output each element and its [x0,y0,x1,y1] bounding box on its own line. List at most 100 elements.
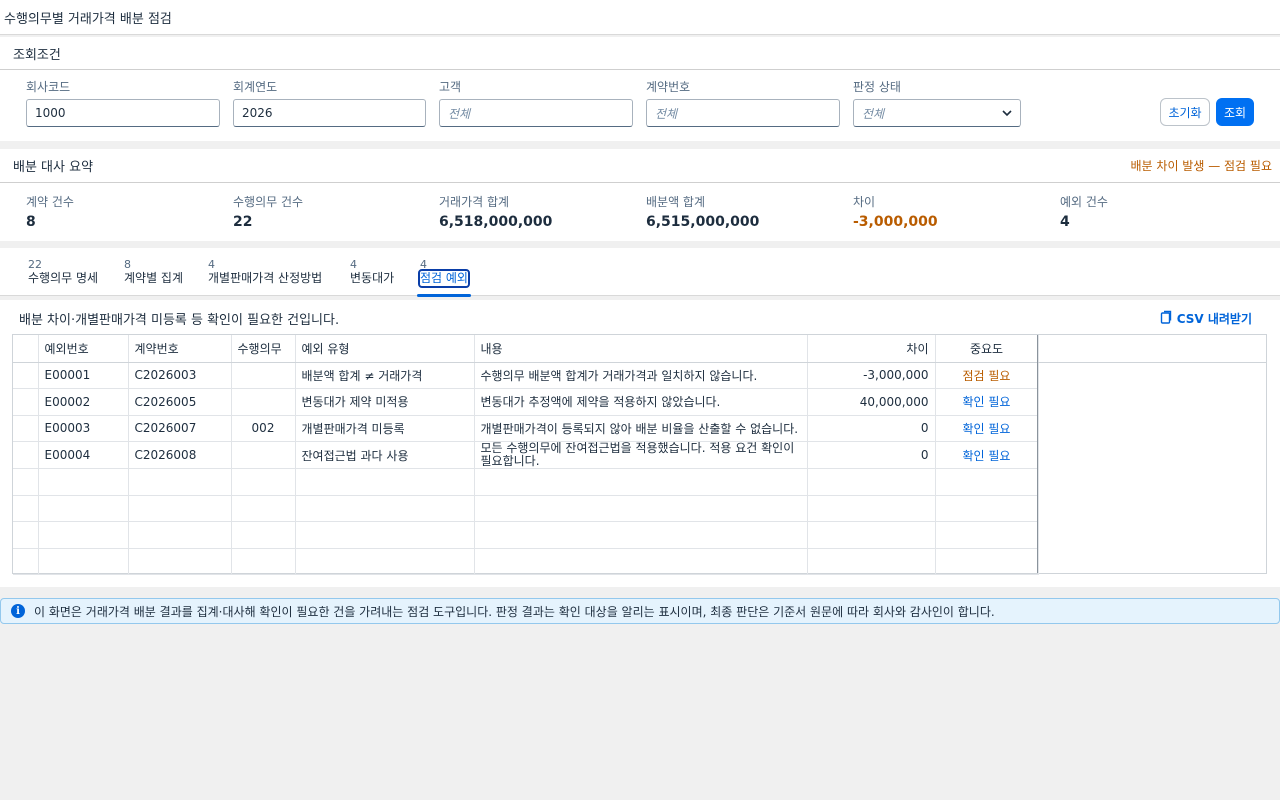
search-button[interactable]: 조회 [1216,98,1254,126]
tab-label: 계약별 집계 [124,271,184,285]
row-selector[interactable] [13,415,39,442]
status-select-value: 전체 [862,106,885,121]
tab-ssp-method[interactable]: 4 개별판매가격 산정방법 [208,258,322,286]
col-severity[interactable]: 중요도 [935,335,1039,363]
kpi-value: 8 [26,214,36,230]
table-row[interactable]: E00002 C2026005 변동대가 제약 미적용 변동대가 추정액에 제약… [13,388,1039,416]
kpi-transaction-total: 거래가격 합계 6,518,000,000 [439,193,552,230]
customer-field: 고객 전체 [439,78,633,127]
page-title: 수행의무별 거래가격 배분 점검 [0,0,1280,35]
tab-exceptions[interactable]: 4 점검 예외 [417,258,471,297]
cell-exception-type: 개별판매가격 미등록 [295,415,475,442]
empty-row [13,548,1039,575]
empty-row [13,495,1039,522]
info-icon: i [11,604,25,618]
cell-obligation [231,388,296,416]
export-icon [1159,310,1173,327]
tab-label: 개별판매가격 산정방법 [208,271,323,285]
tab-variable-consideration[interactable]: 4 변동대가 [350,258,394,286]
cell-difference: 0 [807,441,936,469]
customer-input[interactable]: 전체 [439,99,633,127]
cell-contract-number: C2026003 [128,362,232,389]
filter-panel: 조회조건 회사코드 1000 회계연도 2026 고객 전체 계약번호 전체 판… [0,37,1280,141]
tab-count: 4 [350,258,357,271]
exceptions-description: 배분 차이·개별판매가격 미등록 등 확인이 필요한 건입니다. [19,313,340,328]
status-select[interactable]: 전체 [853,99,1021,127]
grid-divider [1037,335,1038,573]
cell-contract-number: C2026005 [128,388,232,416]
info-message-text: 이 화면은 거래가격 배분 결과를 집계·대사해 확인이 필요한 건을 가려내는… [34,604,995,619]
company-code-field: 회사코드 1000 [26,78,220,127]
tab-obligation-details[interactable]: 22 수행의무 명세 [28,258,98,286]
table-row[interactable]: E00001 C2026003 배분액 합계 ≠ 거래가격 수행의무 배분액 합… [13,362,1039,389]
col-exception-id[interactable]: 예외번호 [38,335,129,363]
empty-row [13,521,1039,549]
summary-warning: 배분 차이 발생 — 점검 필요 [1130,159,1272,173]
cell-exception-id: E00002 [38,388,129,416]
cell-difference: 40,000,000 [807,388,936,416]
company-code-input[interactable]: 1000 [26,99,220,127]
cell-severity: 확인 필요 [935,441,1039,469]
row-selector-header[interactable] [13,335,39,363]
kpi-difference: 차이 -3,000,000 [853,193,938,230]
kpi-label: 거래가격 합계 [439,195,510,209]
cell-obligation: 002 [231,415,296,442]
fiscal-year-label: 회계연도 [233,80,278,94]
tab-label: 수행의무 명세 [28,271,99,285]
tab-count: 4 [208,258,215,271]
tab-count: 22 [28,258,42,271]
fiscal-year-input[interactable]: 2026 [233,99,426,127]
table-row[interactable]: E00004 C2026008 잔여접근법 과다 사용 모든 수행의무에 잔여접… [13,441,1039,469]
row-selector[interactable] [13,441,39,469]
cell-exception-type: 잔여접근법 과다 사용 [295,441,475,469]
grid-header-line [1038,362,1266,363]
row-selector[interactable] [13,362,39,389]
col-obligation[interactable]: 수행의무 [231,335,296,363]
contract-number-label: 계약번호 [646,80,691,94]
tab-label: 변동대가 [350,271,395,285]
company-code-label: 회사코드 [26,80,71,94]
summary-panel: 배분 대사 요약 배분 차이 발생 — 점검 필요 계약 건수 8 수행의무 건… [0,149,1280,241]
cell-contract-number: C2026007 [128,415,232,442]
col-exception-type[interactable]: 예외 유형 [295,335,475,363]
contract-number-input[interactable]: 전체 [646,99,840,127]
kpi-label: 계약 건수 [26,195,74,209]
row-selector[interactable] [13,388,39,416]
cell-contract-number: C2026008 [128,441,232,469]
reset-button[interactable]: 초기화 [1160,98,1210,126]
cell-difference: -3,000,000 [807,362,936,389]
col-difference[interactable]: 차이 [807,335,936,363]
contract-number-field: 계약번호 전체 [646,78,840,127]
tab-count: 8 [124,258,131,271]
cell-exception-id: E00001 [38,362,129,389]
kpi-obligation-count: 수행의무 건수 22 [233,193,303,230]
filter-title: 조회조건 [13,47,61,63]
cell-exception-type: 변동대가 제약 미적용 [295,388,475,416]
col-content[interactable]: 내용 [474,335,808,363]
table-row[interactable]: E00003 C2026007 002 개별판매가격 미등록 개별판매가격이 등… [13,415,1039,442]
summary-title: 배분 대사 요약 [13,160,94,175]
customer-label: 고객 [439,80,462,94]
tab-bar: 22 수행의무 명세 8 계약별 집계 4 개별판매가격 산정방법 4 변동대가… [0,248,1280,297]
filter-header: 조회조건 [0,37,1280,70]
info-message-strip: i 이 화면은 거래가격 배분 결과를 집계·대사해 확인이 필요한 건을 가려… [0,598,1280,624]
kpi-value: 6,518,000,000 [439,214,553,230]
col-contract-number[interactable]: 계약번호 [128,335,232,363]
exceptions-table: 예외번호 계약번호 수행의무 예외 유형 내용 차이 중요도 E00001 C2… [12,334,1267,575]
csv-download-button[interactable]: CSV 내려받기 [1159,310,1252,327]
cell-exception-id: E00004 [38,441,129,469]
kpi-value: 6,515,000,000 [646,214,760,230]
cell-content: 모든 수행의무에 잔여접근법을 적용했습니다. 적용 요건 확인이 필요합니다. [474,441,808,469]
table-header-row: 예외번호 계약번호 수행의무 예외 유형 내용 차이 중요도 [13,335,1039,363]
summary-header: 배분 대사 요약 배분 차이 발생 — 점검 필요 [0,149,1280,183]
tab-contract-summary[interactable]: 8 계약별 집계 [124,258,183,286]
tab-label: 점검 예외 [418,269,470,288]
cell-exception-type: 배분액 합계 ≠ 거래가격 [295,362,475,389]
cell-content: 개별판매가격이 등록되지 않아 배분 비율을 산출할 수 없습니다. [474,415,808,442]
kpi-label: 수행의무 건수 [233,195,304,209]
kpi-label: 예외 건수 [1060,195,1108,209]
cell-severity: 점검 필요 [935,362,1039,389]
status-label: 판정 상태 [853,80,901,94]
cell-obligation [231,362,296,389]
status-field: 판정 상태 전체 [853,78,1021,127]
